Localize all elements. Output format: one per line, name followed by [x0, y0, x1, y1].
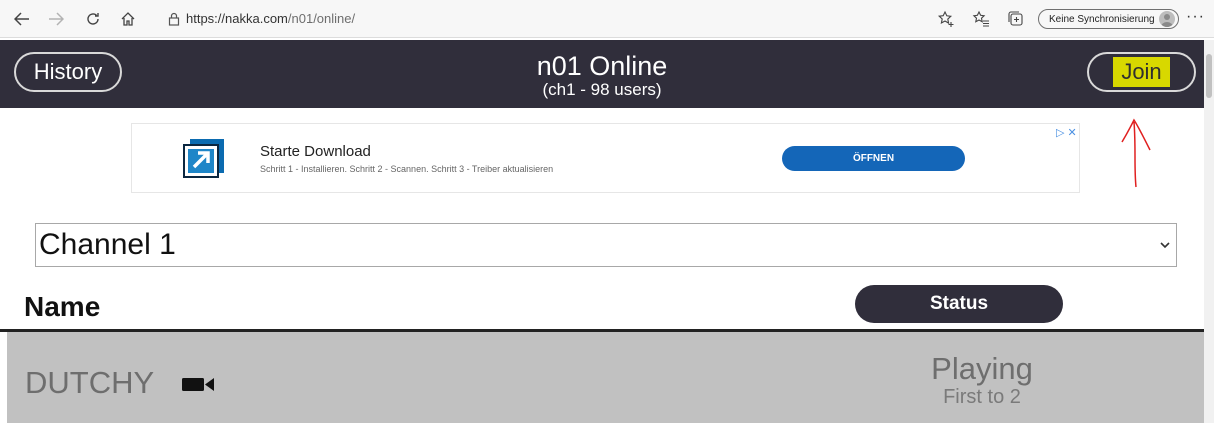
- ad-logo-icon: [182, 137, 228, 179]
- join-button[interactable]: Join: [1087, 52, 1196, 92]
- collections-icon[interactable]: [1005, 9, 1027, 29]
- favorites-icon[interactable]: [970, 9, 992, 29]
- url-path: /n01/online/: [287, 11, 356, 26]
- home-icon[interactable]: [118, 9, 138, 29]
- page-title: n01 Online: [536, 51, 668, 81]
- player-row[interactable]: DUTCHY Playing First to 2: [7, 332, 1204, 423]
- player-match-format: First to 2: [943, 386, 1021, 408]
- status-column-header[interactable]: Status: [855, 285, 1063, 323]
- annotation-arrow-icon: [1121, 118, 1151, 188]
- url-domain: https://nakka.com: [186, 11, 288, 26]
- player-name: DUTCHY: [25, 365, 155, 400]
- page-subtitle: (ch1 - 98 users): [542, 80, 662, 99]
- sync-profile-button[interactable]: Keine Synchronisierung: [1038, 9, 1179, 29]
- profile-icon: [1159, 11, 1175, 27]
- scrollbar-thumb[interactable]: [1206, 54, 1212, 98]
- ad-title: Starte Download: [260, 143, 371, 160]
- back-icon[interactable]: [12, 9, 32, 29]
- name-column-header: Name: [24, 291, 101, 322]
- video-camera-icon: [182, 378, 214, 391]
- browser-toolbar: https://nakka.com/n01/online/ Keine Sync…: [0, 0, 1214, 38]
- page-scrollbar[interactable]: [1204, 40, 1214, 423]
- ad-open-button[interactable]: ÖFFNEN: [782, 146, 965, 171]
- more-icon[interactable]: ···: [1186, 8, 1205, 26]
- refresh-icon[interactable]: [83, 9, 103, 29]
- lock-icon[interactable]: [165, 10, 183, 28]
- advertisement-banner[interactable]: Starte Download Schritt 1 - Installieren…: [131, 123, 1080, 193]
- sync-label: Keine Synchronisierung: [1049, 13, 1155, 25]
- channel-selected-value: Channel 1: [39, 228, 176, 261]
- forward-icon[interactable]: [46, 9, 66, 29]
- app-header: History n01 Online (ch1 - 98 users) Join: [0, 40, 1204, 108]
- favorite-add-icon[interactable]: [935, 9, 957, 29]
- chevron-down-icon: [1160, 238, 1170, 252]
- player-status: Playing: [931, 351, 1033, 386]
- ad-description: Schritt 1 - Installieren. Schritt 2 - Sc…: [260, 164, 554, 174]
- join-label: Join: [1113, 57, 1170, 87]
- address-bar[interactable]: https://nakka.com/n01/online/: [186, 11, 355, 26]
- ad-choices-icon[interactable]: ▷ ✕: [1056, 126, 1077, 139]
- channel-select[interactable]: Channel 1: [35, 223, 1177, 267]
